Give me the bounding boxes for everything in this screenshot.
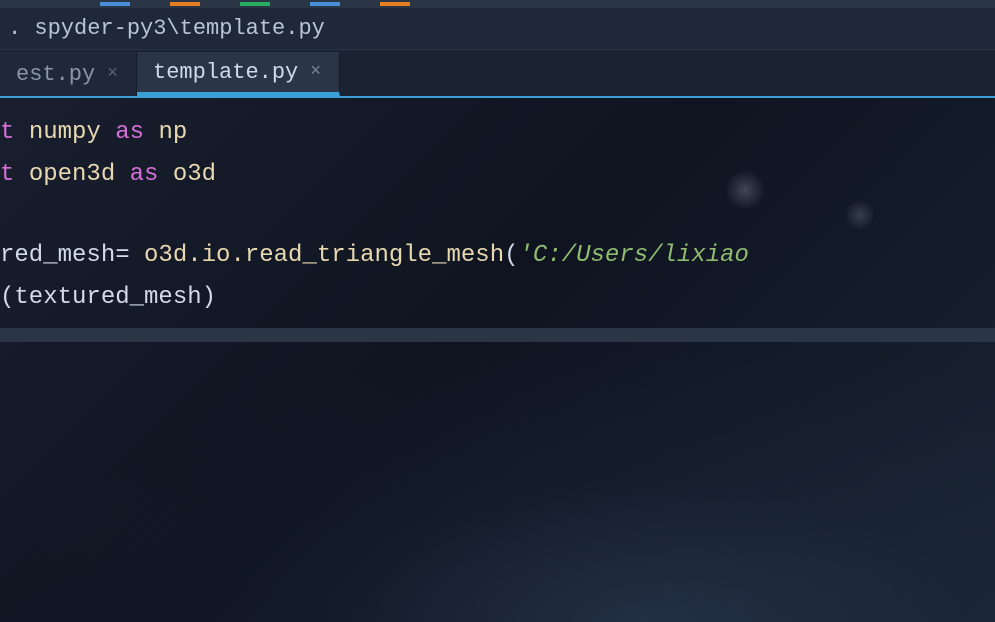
- tab-est[interactable]: est.py ×: [0, 52, 137, 96]
- close-icon[interactable]: ×: [105, 64, 120, 84]
- string-literal: 'C:/Users/lixiao: [519, 242, 749, 269]
- paren: (: [0, 284, 14, 311]
- code-editor[interactable]: t numpy as np t open3d as o3d red_mesh= …: [0, 98, 995, 356]
- variable: red_mesh: [0, 242, 115, 269]
- tab-template[interactable]: template.py ×: [137, 52, 340, 96]
- code-line: t open3d as o3d: [0, 154, 995, 196]
- toolbar-icon[interactable]: [310, 2, 340, 6]
- close-icon[interactable]: ×: [308, 62, 323, 82]
- tab-label: est.py: [16, 62, 95, 87]
- code-line: t numpy as np: [0, 112, 995, 154]
- toolbar-icon[interactable]: [170, 2, 200, 6]
- module: open3d: [29, 161, 115, 188]
- separator: [0, 328, 995, 342]
- module: numpy: [29, 119, 101, 146]
- toolbar-icon[interactable]: [240, 2, 270, 6]
- toolbar-icon[interactable]: [380, 2, 410, 6]
- file-path-text: . spyder-py3\template.py: [8, 16, 325, 41]
- code-line: (textured_mesh): [0, 277, 995, 319]
- keyword: t: [0, 119, 14, 146]
- blank-line: [0, 197, 995, 235]
- paren: ): [202, 284, 216, 311]
- toolbar: [0, 0, 995, 8]
- keyword: t: [0, 161, 14, 188]
- tab-label: template.py: [153, 60, 298, 85]
- screen-reflection: [0, 342, 995, 622]
- toolbar-icon[interactable]: [100, 2, 130, 6]
- paren: (: [504, 242, 518, 269]
- keyword: as: [130, 161, 159, 188]
- tab-bar: est.py × template.py ×: [0, 50, 995, 98]
- keyword: as: [115, 119, 144, 146]
- code-line: red_mesh= o3d.io.read_triangle_mesh('C:/…: [0, 235, 995, 277]
- file-path-bar: . spyder-py3\template.py: [0, 8, 995, 50]
- operator: =: [115, 242, 129, 269]
- alias: np: [158, 119, 187, 146]
- alias: o3d: [173, 161, 216, 188]
- variable: textured_mesh: [14, 284, 201, 311]
- function-call: o3d.io.read_triangle_mesh: [144, 242, 504, 269]
